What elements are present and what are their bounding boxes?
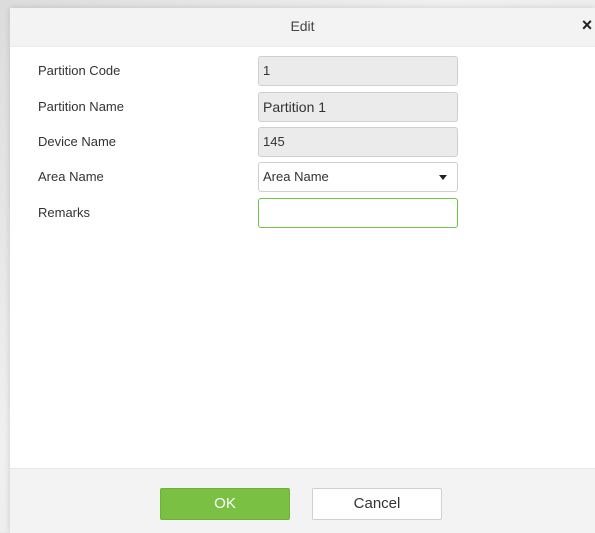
area-name-select[interactable]: Area Name: [258, 162, 458, 192]
form-row-partition-name: Partition Name Partition 1: [10, 92, 595, 122]
partition-name-label: Partition Name: [38, 99, 124, 114]
form-row-area-name: Area Name Area Name: [10, 162, 595, 192]
dialog-titlebar: Edit ×: [10, 8, 595, 47]
device-name-field: 145: [258, 127, 458, 157]
close-icon[interactable]: ×: [579, 15, 595, 35]
form-row-remarks: Remarks: [10, 198, 595, 228]
partition-code-field: 1: [258, 56, 458, 86]
area-name-selected-value: Area Name: [263, 169, 329, 184]
partition-code-label: Partition Code: [38, 63, 121, 78]
chevron-down-icon[interactable]: [439, 175, 447, 180]
edit-dialog: Edit × Partition Code 1 Partition Name P…: [10, 8, 595, 533]
area-name-label: Area Name: [38, 169, 104, 184]
dialog-title: Edit: [290, 18, 315, 34]
dialog-footer: OK Cancel: [10, 468, 595, 533]
cancel-button[interactable]: Cancel: [312, 488, 442, 520]
form-row-device-name: Device Name 145: [10, 127, 595, 157]
form-row-partition-code: Partition Code 1: [10, 56, 595, 86]
device-name-label: Device Name: [38, 134, 117, 149]
ok-button[interactable]: OK: [160, 488, 290, 520]
partition-name-field: Partition 1: [258, 92, 458, 122]
remarks-input[interactable]: [258, 198, 458, 228]
remarks-label: Remarks: [38, 205, 91, 220]
